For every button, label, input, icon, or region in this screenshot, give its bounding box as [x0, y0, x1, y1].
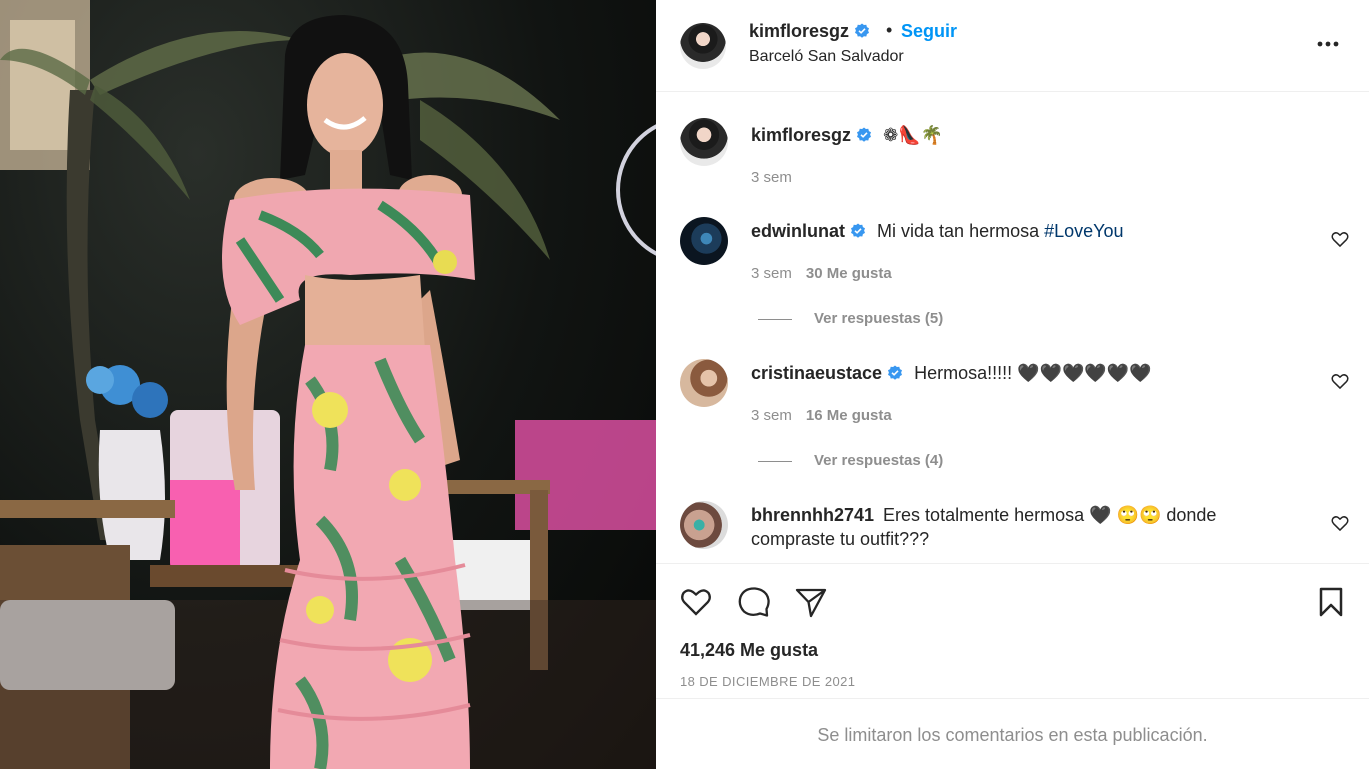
comment-icon[interactable] [736, 584, 772, 620]
bookmark-icon[interactable] [1313, 584, 1349, 620]
comments-limited-notice: Se limitaron los comentarios en esta pub… [817, 725, 1208, 745]
caption-avatar[interactable] [680, 118, 728, 166]
heart-icon[interactable] [678, 584, 714, 620]
caption-text: ❁👠🌴 [883, 125, 943, 145]
more-options-icon[interactable] [1312, 30, 1344, 58]
comment-time[interactable]: 3 sem [751, 407, 792, 424]
verified-badge-icon [888, 365, 903, 380]
view-replies-label: Ver respuestas (4) [814, 452, 944, 469]
comment-text: Eres totalmente hermosa 🖤 🙄🙄 donde [883, 505, 1217, 525]
comment-like-heart-icon[interactable] [1330, 513, 1350, 533]
comment-like-heart-icon[interactable] [1330, 229, 1350, 249]
comments-footer: Se limitaron los comentarios en esta pub… [656, 698, 1369, 769]
comment-username[interactable]: cristinaeustace [751, 363, 882, 383]
comment-row: cristinaeustace Hermosa!!!!! 🖤🖤🖤🖤🖤🖤 [751, 363, 1152, 384]
comment-username[interactable]: bhrennhh2741 [751, 505, 874, 525]
comment-text: Mi vida tan hermosa [877, 221, 1045, 241]
comment-avatar[interactable] [680, 501, 728, 549]
comment-like-heart-icon[interactable] [1330, 371, 1350, 391]
separator-dot: • [886, 20, 893, 40]
comment-username[interactable]: edwinlunat [751, 221, 845, 241]
comments-list[interactable]: kimfloresgz ❁👠🌴 3 sem edwinlunat Mi vida… [656, 93, 1369, 563]
likes-count[interactable]: 41,246 Me gusta [680, 640, 818, 661]
comment-likes[interactable]: 30 Me gusta [806, 265, 892, 282]
comment-text-continued: compraste tu outfit??? [751, 529, 930, 549]
post-actions: 41,246 Me gusta 18 DE DICIEMBRE DE 2021 [656, 563, 1369, 698]
caption-username[interactable]: kimfloresgz [751, 125, 851, 145]
comment-avatar[interactable] [680, 359, 728, 407]
post-header: kimfloresgz • Seguir Barceló San Salvado… [656, 0, 1369, 92]
comment-row: edwinlunat Mi vida tan hermosa #LoveYou [751, 221, 1124, 242]
share-icon[interactable] [793, 584, 829, 620]
owner-username-row[interactable]: kimfloresgz [749, 21, 870, 42]
verified-badge-icon [857, 127, 872, 142]
comment-avatar[interactable] [680, 217, 728, 265]
comment-meta: 3 sem 30 Me gusta [751, 265, 892, 282]
comment-meta: 3 sem 16 Me gusta [751, 407, 892, 424]
verified-badge-icon [851, 223, 866, 238]
post-photo[interactable] [0, 0, 656, 769]
owner-username[interactable]: kimfloresgz [749, 21, 849, 41]
post-date[interactable]: 18 DE DICIEMBRE DE 2021 [680, 674, 855, 689]
view-replies-label: Ver respuestas (5) [814, 310, 944, 327]
replies-line [758, 460, 792, 462]
owner-avatar[interactable] [680, 23, 726, 69]
view-replies-button[interactable]: Ver respuestas (4) [758, 452, 943, 469]
comment-row: bhrennhh2741 Eres totalmente hermosa 🖤 🙄… [751, 505, 1216, 526]
comment-time[interactable]: 3 sem [751, 265, 792, 282]
follow-button[interactable]: Seguir [901, 21, 957, 42]
comment-text: Hermosa!!!!! 🖤🖤🖤🖤🖤🖤 [914, 363, 1152, 383]
caption-username-row[interactable]: kimfloresgz ❁👠🌴 [751, 125, 943, 146]
comment-likes[interactable]: 16 Me gusta [806, 407, 892, 424]
caption-time[interactable]: 3 sem [751, 169, 792, 186]
view-replies-button[interactable]: Ver respuestas (5) [758, 310, 943, 327]
post-location[interactable]: Barceló San Salvador [749, 48, 904, 66]
verified-badge-icon [855, 23, 870, 38]
comment-hashtag[interactable]: #LoveYou [1044, 221, 1123, 241]
post-side-panel: kimfloresgz • Seguir Barceló San Salvado… [656, 0, 1369, 769]
replies-line [758, 318, 792, 320]
post-photo-illustration [0, 0, 656, 769]
